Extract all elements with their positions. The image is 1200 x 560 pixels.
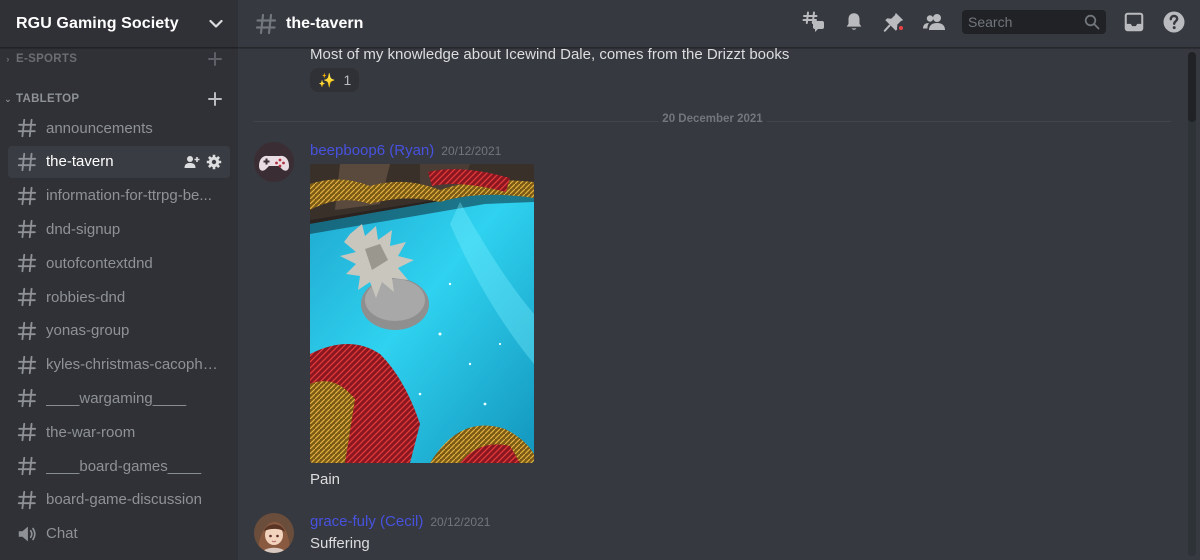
notification-dot xyxy=(897,24,905,32)
scrollbar-thumb[interactable] xyxy=(1188,52,1196,122)
hash-icon xyxy=(17,186,37,205)
channel-item[interactable]: Chat xyxy=(8,518,230,550)
header-toolbar xyxy=(802,10,1186,34)
channel-label: the-tavern xyxy=(46,153,114,171)
miniature-photo xyxy=(310,164,534,463)
pin-icon[interactable] xyxy=(882,10,906,34)
channel-label: the-war-room xyxy=(46,423,136,441)
category-esports[interactable]: › E-SPORTS xyxy=(0,46,238,72)
threads-icon[interactable] xyxy=(802,10,826,34)
avatar[interactable] xyxy=(254,513,294,553)
avatar[interactable] xyxy=(254,142,294,182)
channel-label: board-game-discussion xyxy=(46,491,202,509)
channel-item[interactable]: dnd-signup xyxy=(8,213,230,245)
message-text: Most of my knowledge about Icewind Dale,… xyxy=(310,48,790,63)
message-timestamp: 20/12/2021 xyxy=(441,144,502,158)
members-icon[interactable] xyxy=(922,10,946,34)
channel-item[interactable]: outofcontextdnd xyxy=(8,247,230,279)
message-header: beepboop6 (Ryan) 20/12/2021 xyxy=(310,142,501,159)
channel-label: dnd-signup xyxy=(46,220,121,238)
channel-sidebar: RGU Gaming Society › E-SPORTS ⌄ TABLETOP a… xyxy=(0,0,238,560)
sparkles-icon: ✨ xyxy=(318,71,336,88)
category-label: TABLETOP xyxy=(16,93,80,105)
inbox-icon[interactable] xyxy=(1122,10,1146,34)
message-list: Most of my knowledge about Icewind Dale,… xyxy=(238,48,1200,560)
hash-icon xyxy=(17,423,37,442)
hash-icon xyxy=(17,220,37,239)
speaker-icon xyxy=(18,526,36,541)
reaction-count: 1 xyxy=(343,72,352,88)
reaction-button[interactable]: ✨ 1 xyxy=(310,68,360,92)
channel-label: announcements xyxy=(46,119,153,137)
channel-label: outofcontextdnd xyxy=(46,254,153,272)
hash-icon xyxy=(255,13,277,34)
channel-item[interactable]: robbies-dnd xyxy=(8,281,230,313)
hash-icon xyxy=(17,152,37,171)
anime-avatar-icon xyxy=(254,513,294,553)
search-input[interactable] xyxy=(968,14,1078,30)
channel-label: kyles-christmas-cacopho... xyxy=(46,356,222,374)
hash-icon xyxy=(17,355,37,374)
hash-icon xyxy=(17,287,37,307)
settings-gear-icon[interactable] xyxy=(206,154,222,170)
channel-item[interactable]: ____board-games____ xyxy=(8,450,230,482)
channel-label: Chat xyxy=(46,525,78,543)
author-name[interactable]: grace-fuly (Cecil) xyxy=(310,513,423,530)
help-icon[interactable] xyxy=(1162,10,1186,34)
add-channel-icon[interactable] xyxy=(208,52,222,66)
hash-icon xyxy=(17,490,37,509)
message-text: Suffering xyxy=(310,535,370,552)
caret-down-icon: ⌄ xyxy=(4,93,12,104)
server-header[interactable]: RGU Gaming Society xyxy=(0,0,238,48)
channel-item[interactable]: kyles-christmas-cacopho... xyxy=(8,349,230,381)
scrollbar-track[interactable] xyxy=(1188,52,1196,556)
category-label: E-SPORTS xyxy=(16,53,78,65)
channel-label: yonas-group xyxy=(46,322,130,340)
channel-item[interactable]: information-for-ttrpg-be... xyxy=(8,180,230,212)
server-name: RGU Gaming Society xyxy=(16,14,179,32)
invite-icon[interactable] xyxy=(184,154,200,170)
channel-item[interactable]: the-war-room xyxy=(8,416,230,448)
add-channel-icon[interactable] xyxy=(208,92,222,106)
channel-label: ____wargaming____ xyxy=(46,389,187,407)
hash-icon xyxy=(17,456,37,476)
image-attachment[interactable] xyxy=(310,164,534,463)
hash-icon xyxy=(17,389,37,408)
channel-header: the-tavern xyxy=(238,0,1200,48)
channel-item[interactable]: board-game-discussion xyxy=(8,484,230,516)
channel-item[interactable]: announcements xyxy=(8,112,230,144)
channel-item[interactable]: ____wargaming____ xyxy=(8,382,230,414)
gamepad-avatar-icon xyxy=(254,142,294,182)
bell-icon[interactable] xyxy=(842,10,866,34)
author-name[interactable]: beepboop6 (Ryan) xyxy=(310,142,434,159)
channel-item[interactable]: yonas-group xyxy=(8,315,230,347)
chevron-down-icon[interactable] xyxy=(208,16,224,32)
channel-item[interactable]: the-tavern xyxy=(8,145,230,178)
channel-label: robbies-dnd xyxy=(46,288,126,306)
caret-right-icon: › xyxy=(6,54,10,64)
hash-icon xyxy=(17,321,37,340)
date-divider: 20 December 2021 xyxy=(254,113,1171,125)
search-bar[interactable] xyxy=(962,10,1106,34)
channel-title: the-tavern xyxy=(286,14,364,32)
hash-icon xyxy=(17,118,37,138)
search-icon xyxy=(1084,14,1100,30)
message-header: grace-fuly (Cecil) 20/12/2021 xyxy=(310,513,490,530)
message-timestamp: 20/12/2021 xyxy=(430,515,491,529)
channel-label: ____board-games____ xyxy=(46,457,202,475)
hash-icon xyxy=(17,254,37,273)
message-text: Pain xyxy=(310,471,341,488)
category-tabletop[interactable]: ⌄ TABLETOP xyxy=(0,86,238,112)
channel-label: information-for-ttrpg-be... xyxy=(46,187,212,205)
date-divider-label: 20 December 2021 xyxy=(658,113,767,125)
